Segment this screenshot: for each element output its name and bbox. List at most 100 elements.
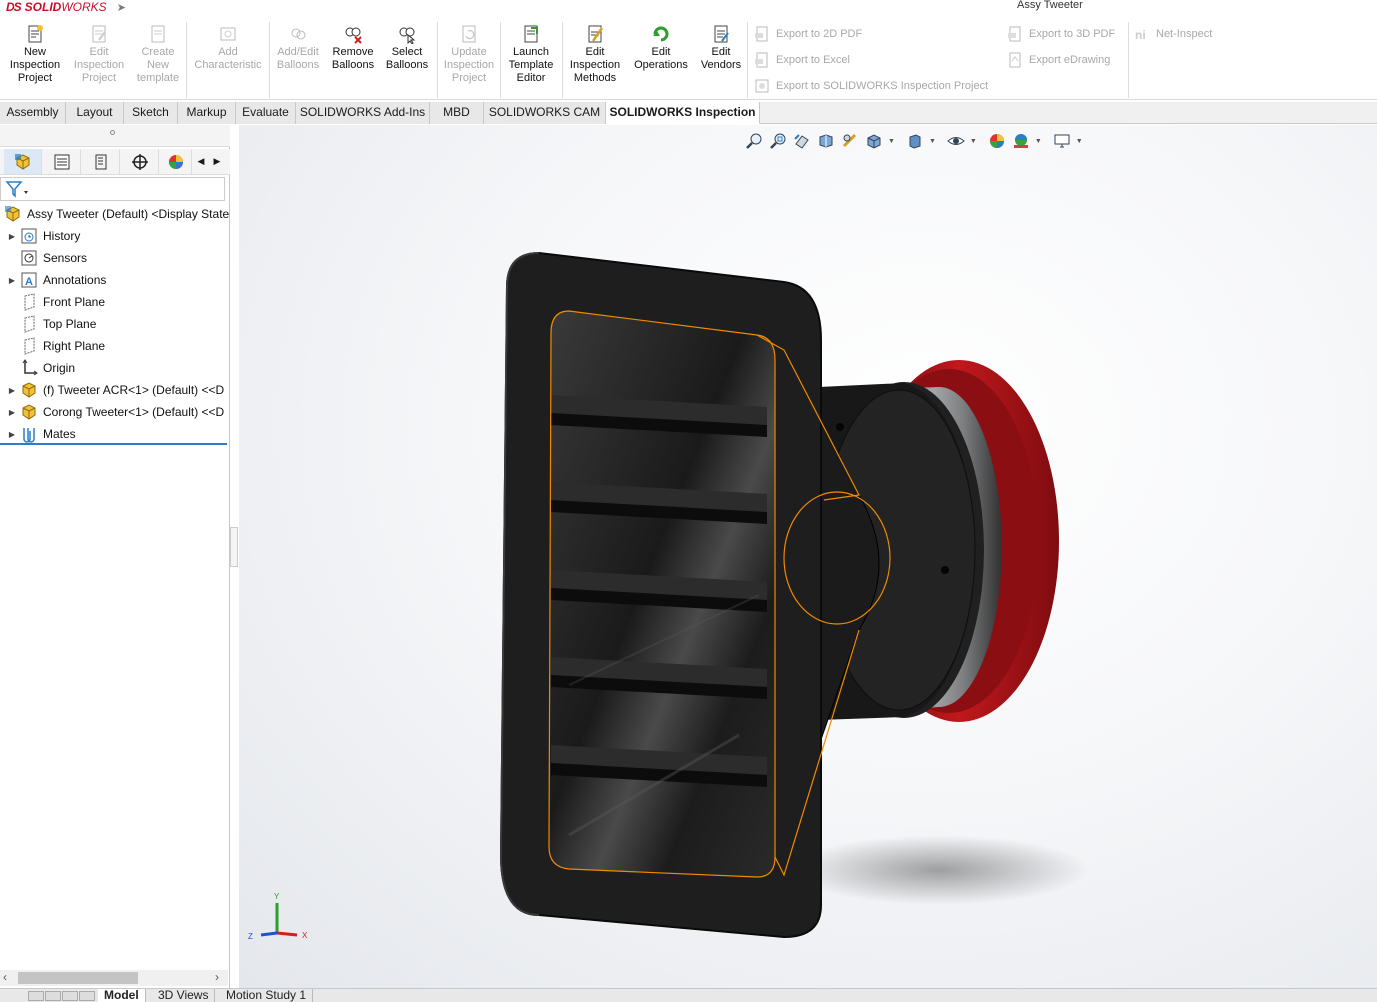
tree-item-top-plane[interactable]: Top Plane (0, 313, 230, 335)
ribbon-button-label: Inspection (569, 59, 621, 71)
ribbon-button-label: Edit (651, 46, 671, 58)
tree-item-right-plane[interactable]: Right Plane (0, 335, 230, 357)
tree-root[interactable]: Assy Tweeter (Default) <Display State- (0, 203, 230, 225)
export-inspection-project-label: Export to SOLIDWORKS Inspection Project (776, 80, 989, 92)
brand-solid-text: SOLID (24, 0, 62, 14)
tab-sketch[interactable]: Sketch (124, 102, 178, 124)
tab-assembly[interactable]: Assembly (0, 102, 66, 124)
edit-vendors-icon (714, 25, 729, 43)
edit-operations-icon (653, 26, 669, 42)
ribbon-button-new-inspection[interactable]: New Inspection Project (3, 24, 67, 85)
solidworks-logo[interactable]: DS SOLIDWORKS ➤ (6, 0, 126, 14)
configuration-manager-tab[interactable] (82, 149, 120, 174)
expand-arrow-icon[interactable]: ▶ (6, 386, 18, 395)
expand-arrow-icon[interactable]: ▶ (6, 430, 18, 439)
ribbon-button-label: Inspection (443, 59, 495, 71)
tab-layout[interactable]: Layout (66, 102, 124, 124)
tabs-scroll-left[interactable]: ◀ (194, 149, 208, 174)
export-2d-pdf-button[interactable]: Export to 2D PDF (754, 24, 862, 44)
remove-balloons-icon (345, 27, 362, 44)
tree-item-corong-tweeter-1-default-d[interactable]: ▶ Corong Tweeter<1> (Default) <<D (0, 401, 230, 423)
property-manager-icon (54, 154, 69, 169)
tab-solidworks-add-ins[interactable]: SOLIDWORKS Add-Ins (296, 102, 430, 124)
ribbon-button-label: Launch (512, 46, 550, 58)
bottom-tab-3d-views[interactable]: 3D Views (152, 989, 216, 1002)
ribbon-button-add-balloons[interactable]: Add/Edit Balloons (272, 24, 324, 72)
part-icon (22, 404, 36, 420)
ribbon-separator (186, 22, 187, 98)
export-excel-button[interactable]: Export to Excel (754, 50, 850, 70)
ribbon-button-select-balloons[interactable]: Select Balloons (381, 24, 433, 72)
ribbon-button-label: Add (218, 46, 238, 58)
scroll-right-icon[interactable]: › (215, 970, 219, 984)
expand-arrow-icon[interactable]: ▶ (6, 276, 18, 285)
expand-arrow-icon[interactable]: ▶ (6, 232, 18, 241)
new-inspection-icon (28, 25, 43, 43)
ribbon-button-edit-methods[interactable]: Edit Inspection Methods (565, 24, 625, 85)
tree-item-origin[interactable]: Origin (0, 357, 230, 379)
edrawing-icon (1009, 52, 1021, 68)
expand-arrow-icon[interactable]: ▶ (6, 408, 18, 417)
panel-grip[interactable] (0, 125, 230, 147)
pdf-3d-icon (1008, 26, 1021, 42)
graphics-viewport[interactable]: ▼ ▼ ▼ ▼ ▼ Y X Z (239, 125, 1377, 988)
ribbon-button-remove-balloons[interactable]: Remove Balloons (327, 24, 379, 72)
tweeter-assembly-model[interactable] (239, 125, 1377, 988)
ribbon-separator (1128, 22, 1129, 98)
ribbon-button-update-inspection[interactable]: Update Inspection Project (440, 24, 498, 85)
edit-methods-icon (588, 25, 604, 43)
ribbon-button-edit-inspection[interactable]: Edit Inspection Project (67, 24, 131, 85)
ribbon-button-create-template[interactable]: Create New template (130, 24, 186, 85)
bottom-tab-motion-study-1[interactable]: Motion Study 1 (220, 989, 314, 1002)
tree-item-sensors[interactable]: Sensors (0, 247, 230, 269)
panel-collapse-handle[interactable] (230, 527, 238, 567)
tab-markup[interactable]: Markup (178, 102, 236, 124)
update-inspection-icon (462, 25, 476, 43)
tab-solidworks-cam[interactable]: SOLIDWORKS CAM (484, 102, 606, 124)
tree-item-annotations[interactable]: ▶ A Annotations (0, 269, 230, 291)
export-inspection-project-button[interactable]: Export to SOLIDWORKS Inspection Project (754, 76, 988, 96)
first-tab-button[interactable] (28, 991, 44, 1001)
next-tab-button[interactable] (62, 991, 78, 1001)
tree-item-history[interactable]: ▶ History (0, 225, 230, 247)
scrollbar-thumb[interactable] (18, 972, 138, 984)
brand-works-text: WORKS (61, 0, 107, 14)
export-3d-pdf-button[interactable]: Export to 3D PDF (1007, 24, 1115, 44)
tree-horizontal-scrollbar[interactable]: ‹ › (0, 970, 228, 986)
tree-item-mates[interactable]: ▶ Mates (0, 423, 230, 445)
display-manager-tab[interactable] (160, 149, 192, 174)
ribbon-button-label: Inspection (73, 59, 125, 71)
tab-mbd[interactable]: MBD (430, 102, 484, 124)
tab-evaluate[interactable]: Evaluate (236, 102, 296, 124)
net-inspect-button[interactable]: ni Net-Inspect (1134, 24, 1212, 44)
tree-item-label: Top Plane (43, 317, 97, 331)
ribbon-button-edit-vendors[interactable]: Edit Vendors (697, 24, 745, 72)
ribbon-button-label: Balloons (276, 59, 320, 71)
filter-icon (5, 181, 28, 198)
command-tabs: Assembly Layout Sketch Markup Evaluate SOLIDW… (0, 102, 1377, 124)
scroll-left-icon[interactable]: ‹ (3, 970, 7, 984)
bottom-tab-model[interactable]: Model (98, 989, 146, 1002)
last-tab-button[interactable] (79, 991, 95, 1001)
ribbon-button-edit-operations[interactable]: Edit Operations (628, 24, 694, 72)
dimxpert-tab[interactable] (121, 149, 159, 174)
feature-manager-tab[interactable] (4, 149, 42, 174)
ribbon-button-label: Project (17, 72, 53, 84)
tree-item-label: Right Plane (43, 339, 106, 353)
configuration-manager-icon (95, 154, 106, 169)
tree-filter[interactable] (0, 177, 225, 201)
ribbon-button-label: Update (451, 46, 487, 58)
export-edrawing-button[interactable]: Export eDrawing (1007, 50, 1110, 70)
property-manager-tab[interactable] (43, 149, 81, 174)
previous-tab-button[interactable] (45, 991, 61, 1001)
plane-icon (24, 293, 35, 311)
ribbon-button-launch-template[interactable]: Launch Template Editor (503, 24, 559, 85)
tree-item-front-plane[interactable]: Front Plane (0, 291, 230, 313)
pin-icon[interactable]: ➤ (117, 1, 126, 14)
tab-solidworks-inspection[interactable]: SOLIDWORKS Inspection (606, 102, 760, 124)
chevron-left-icon: ◀ (197, 156, 205, 166)
ribbon-button-add-characteristic[interactable]: Add Characteristic (189, 24, 267, 72)
tree-item-f-tweeter-acr-1-default-d[interactable]: ▶ (f) Tweeter ACR<1> (Default) <<D (0, 379, 230, 401)
export-3d-pdf-label: Export to 3D PDF (1029, 28, 1116, 40)
tabs-scroll-right[interactable]: ▶ (210, 149, 224, 174)
